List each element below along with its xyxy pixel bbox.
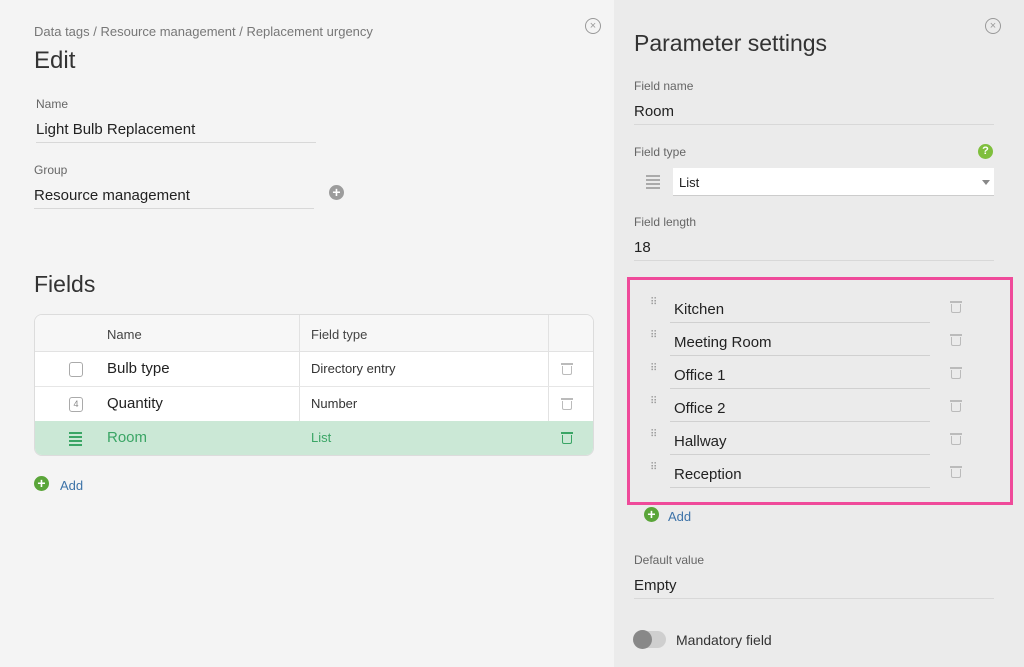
page-title: Edit [34,47,76,74]
trash-icon[interactable] [561,362,573,375]
chevron-down-icon [982,180,990,185]
mandatory-toggle[interactable] [633,630,666,649]
field-type-label: Field type [634,145,687,159]
field-name-label: Field name [634,79,694,93]
parameter-panel: × Parameter settings Field name Room Fie… [614,0,1024,667]
row-name: Quantity [107,395,163,412]
row-name: Room [107,429,148,446]
field-type-value: List [679,175,700,190]
table-row[interactable]: 4 Quantity Number [35,387,593,422]
field-length-input[interactable]: 18 [634,239,994,261]
add-field-button[interactable]: Add [60,478,83,493]
fields-table: Name Field type Bulb type Directory entr… [34,314,594,456]
list-item-input[interactable]: Hallway [670,423,930,455]
list-item: ⠿ Meeting Room [630,324,1010,357]
table-row[interactable]: Bulb type Directory entry [35,352,593,387]
drag-handle-icon[interactable]: ⠿ [650,463,658,479]
list-item-input[interactable]: Reception [670,456,930,488]
drag-handle-icon[interactable]: ⠿ [650,397,658,413]
row-type: Directory entry [311,361,396,376]
list-item: ⠿ Office 1 [630,357,1010,390]
add-list-item-icon[interactable]: + [644,507,659,522]
add-field-icon[interactable]: + [34,476,49,491]
list-item-input[interactable]: Office 2 [670,390,930,422]
list-item-input[interactable]: Meeting Room [670,324,930,356]
list-item-input[interactable]: Office 1 [670,357,930,389]
list-item: ⠿ Hallway [630,423,1010,456]
column-header-type[interactable]: Field type [311,315,367,351]
close-icon[interactable]: × [585,18,601,34]
field-length-label: Field length [634,215,697,229]
list-item: ⠿ Reception [630,456,1010,489]
column-header-name[interactable]: Name [107,315,142,351]
group-field[interactable]: Resource management [34,187,314,209]
drag-handle-icon[interactable]: ⠿ [650,364,658,380]
mandatory-label: Mandatory field [676,632,772,648]
drag-handle-icon[interactable]: ⠿ [650,298,658,314]
edit-pane: Data tags / Resource management / Replac… [0,0,614,667]
breadcrumb[interactable]: Data tags / Resource management / Replac… [34,24,373,39]
trash-icon[interactable] [950,366,962,379]
drag-handle-icon[interactable]: ⠿ [650,331,658,347]
group-label: Group [34,163,68,177]
add-list-item-button[interactable]: Add [668,509,691,524]
trash-icon[interactable] [561,397,573,410]
number-icon: 4 [69,397,83,412]
trash-icon[interactable] [950,432,962,445]
table-header: Name Field type [35,315,593,352]
add-group-icon[interactable]: + [329,185,344,200]
trash-icon[interactable] [950,465,962,478]
list-type-icon [646,175,660,189]
default-value-label: Default value [634,553,705,567]
close-panel-icon[interactable]: × [985,18,1001,34]
trash-icon[interactable] [950,300,962,313]
document-icon [69,362,83,377]
name-field[interactable]: Light Bulb Replacement [36,121,316,143]
field-name-input[interactable]: Room [634,103,994,125]
row-type: List [311,430,332,445]
name-label: Name [36,97,69,111]
list-items-box: ⠿ Kitchen ⠿ Meeting Room ⠿ Office 1 ⠿ Of… [627,277,1013,505]
panel-title: Parameter settings [634,30,828,56]
table-row-selected[interactable]: Room List [35,421,593,455]
trash-icon[interactable] [561,431,573,444]
trash-icon[interactable] [950,333,962,346]
drag-handle-icon[interactable]: ⠿ [650,430,658,446]
list-item: ⠿ Office 2 [630,390,1010,423]
field-type-select[interactable]: List [673,168,994,196]
list-icon [69,432,82,446]
list-item: ⠿ Kitchen [630,291,1010,324]
row-type: Number [311,396,358,411]
row-name: Bulb type [107,360,170,377]
list-item-input[interactable]: Kitchen [670,291,930,323]
default-value-input[interactable]: Empty [634,577,994,599]
trash-icon[interactable] [950,399,962,412]
fields-title: Fields [34,271,96,297]
help-icon[interactable]: ? [978,144,993,159]
